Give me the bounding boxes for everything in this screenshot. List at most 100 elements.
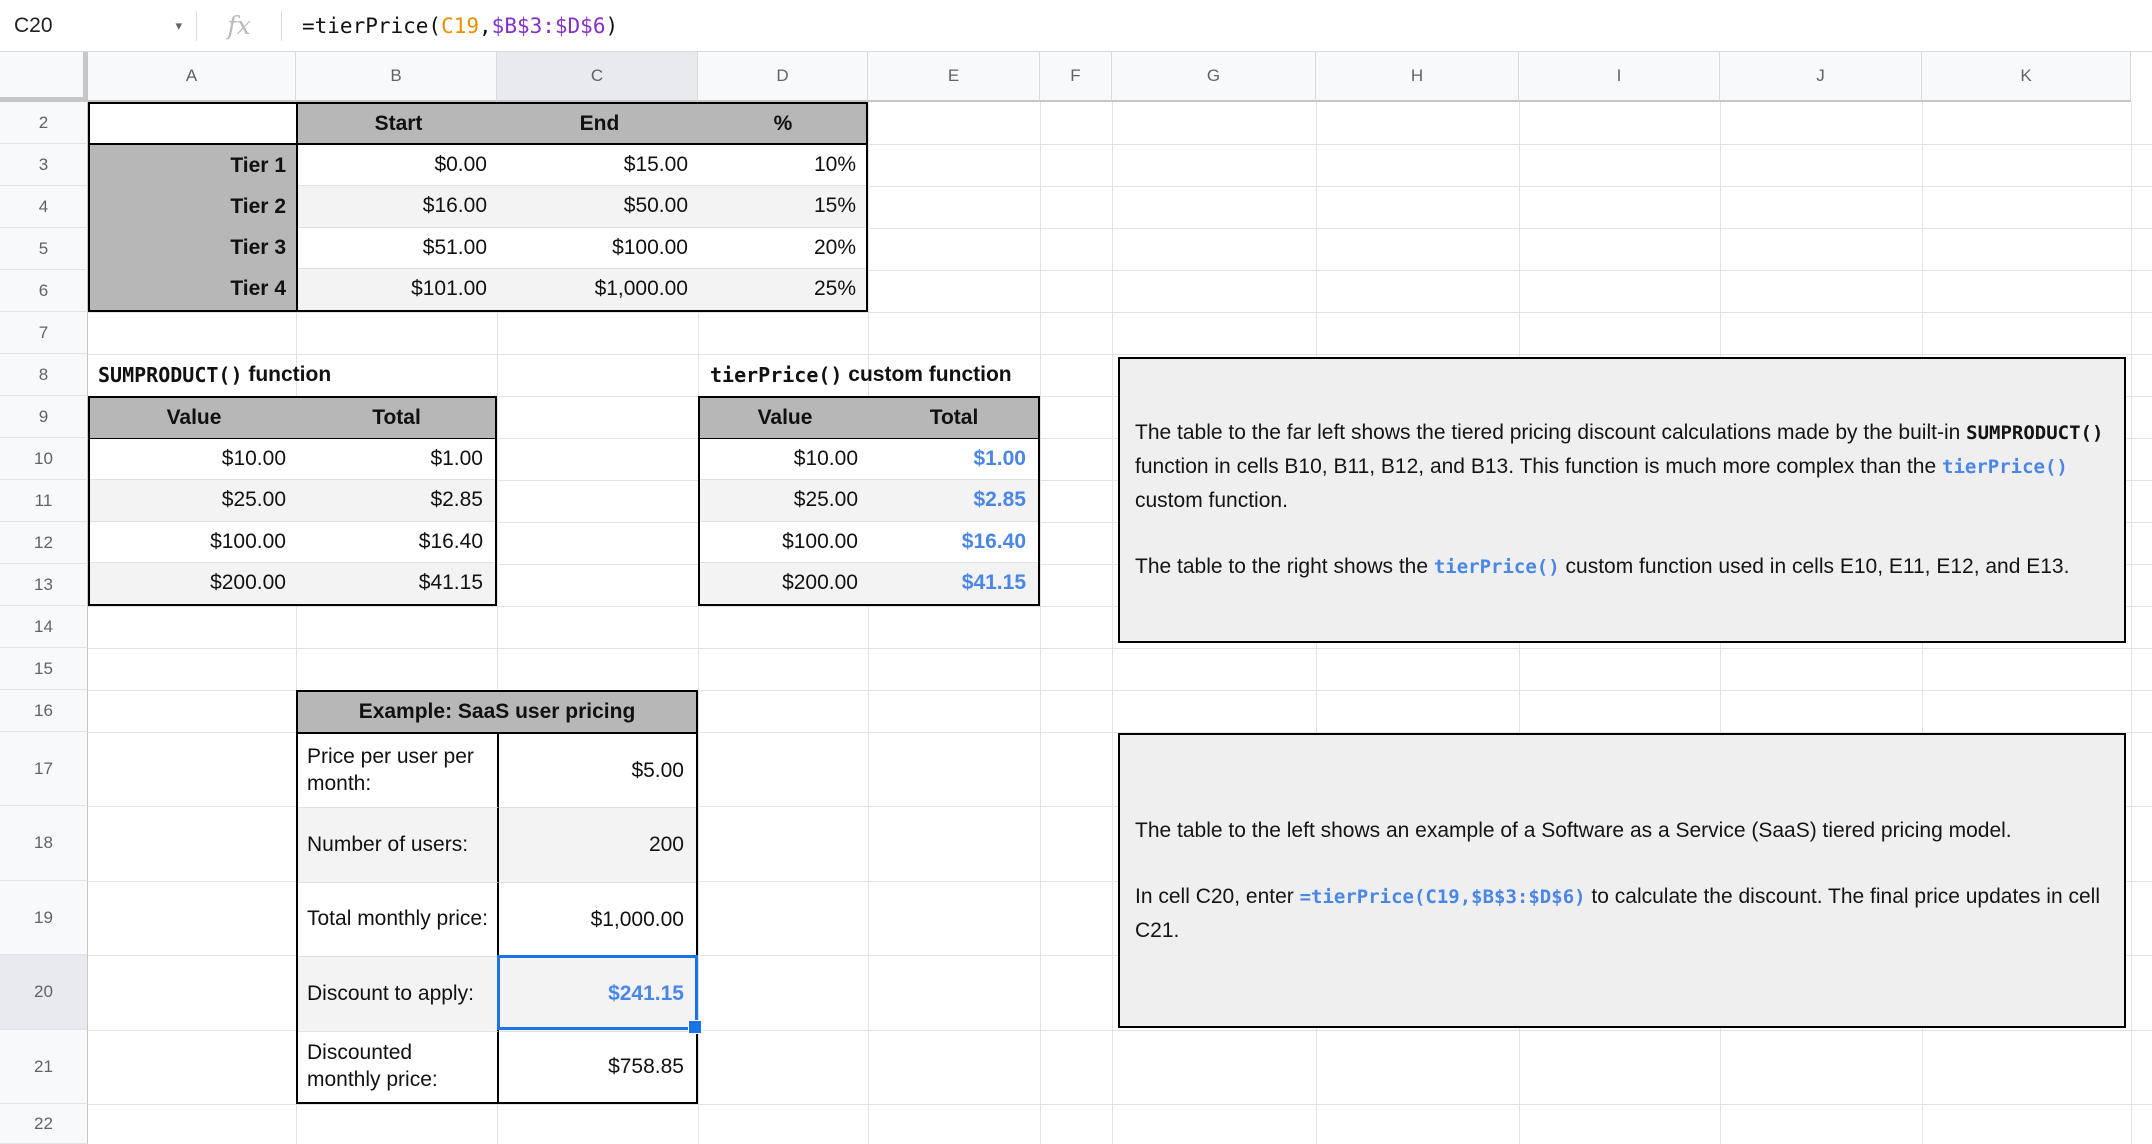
cell-B11[interactable]: $2.85 xyxy=(298,480,495,522)
cell-A2[interactable] xyxy=(90,104,298,146)
cell-B3[interactable]: $0.00 xyxy=(298,145,499,187)
column-header-F[interactable]: F xyxy=(1040,52,1112,102)
cell-D6[interactable]: 25% xyxy=(700,268,866,310)
cell-A11[interactable]: $25.00 xyxy=(90,480,298,522)
row-header-10[interactable]: 10 xyxy=(0,438,88,480)
cell-B21[interactable]: Discounted monthly price: xyxy=(298,1032,499,1102)
cell-A6[interactable]: Tier 4 xyxy=(90,268,298,310)
cell-B19[interactable]: Total monthly price: xyxy=(298,883,499,957)
cell-D9[interactable]: Value xyxy=(700,398,870,440)
cell-B5[interactable]: $51.00 xyxy=(298,227,499,269)
row-header-11[interactable]: 11 xyxy=(0,480,88,522)
cell-B13[interactable]: $41.15 xyxy=(298,562,495,604)
formula-input[interactable]: =tierPrice(C19,$B$3:$D$6) xyxy=(282,14,2152,38)
cell-C4[interactable]: $50.00 xyxy=(499,186,700,228)
gridline xyxy=(1040,102,1041,1144)
row-header-5[interactable]: 5 xyxy=(0,228,88,270)
column-header-G[interactable]: G xyxy=(1112,52,1316,102)
row-header-6[interactable]: 6 xyxy=(0,270,88,312)
cell-B17[interactable]: Price per user per month: xyxy=(298,734,499,808)
row-header-15[interactable]: 15 xyxy=(0,648,88,690)
gridline xyxy=(1112,102,1113,1144)
cell-B6[interactable]: $101.00 xyxy=(298,268,499,310)
sumproduct-table: Value Total $10.00 $1.00 $25.00 $2.85 $1… xyxy=(88,396,497,606)
row-header-13[interactable]: 13 xyxy=(0,564,88,606)
cell-D10[interactable]: $10.00 xyxy=(700,439,870,481)
cell-B12[interactable]: $16.40 xyxy=(298,521,495,563)
cell-D11[interactable]: $25.00 xyxy=(700,480,870,522)
column-header-B[interactable]: B xyxy=(296,52,497,102)
column-header-I[interactable]: I xyxy=(1519,52,1720,102)
name-box-dropdown-icon[interactable]: ▾ xyxy=(175,18,182,34)
row-header-22[interactable]: 22 xyxy=(0,1104,88,1144)
cell-C18[interactable]: 200 xyxy=(499,808,696,883)
cell-B16-title[interactable]: Example: SaaS user pricing xyxy=(298,692,696,734)
gridline xyxy=(88,312,2152,313)
note-box-saas[interactable]: The table to the left shows an example o… xyxy=(1118,733,2126,1028)
column-header-J[interactable]: J xyxy=(1720,52,1922,102)
column-header-C[interactable]: C xyxy=(497,52,698,102)
column-header-K[interactable]: K xyxy=(1922,52,2131,102)
formula-bar: C20 ▾ fx =tierPrice(C19,$B$3:$D$6) xyxy=(0,0,2152,52)
cell-C2[interactable]: End xyxy=(499,104,700,146)
column-header-H[interactable]: H xyxy=(1316,52,1519,102)
cell-A12[interactable]: $100.00 xyxy=(90,521,298,563)
gridline xyxy=(868,102,869,1144)
cell-B9[interactable]: Total xyxy=(298,398,495,440)
cell-A3[interactable]: Tier 1 xyxy=(90,145,298,187)
active-cell-selection[interactable] xyxy=(497,955,702,1034)
cell-A5[interactable]: Tier 3 xyxy=(90,227,298,269)
cell-D3[interactable]: 10% xyxy=(700,145,866,187)
select-all-corner[interactable] xyxy=(0,52,88,102)
row-header-14[interactable]: 14 xyxy=(0,606,88,648)
cell-D5[interactable]: 20% xyxy=(700,227,866,269)
cell-B10[interactable]: $1.00 xyxy=(298,439,495,481)
cell-A13[interactable]: $200.00 xyxy=(90,562,298,604)
row-header-19[interactable]: 19 xyxy=(0,881,88,955)
row-header-9[interactable]: 9 xyxy=(0,396,88,438)
column-header-D[interactable]: D xyxy=(698,52,868,102)
cell-A4[interactable]: Tier 2 xyxy=(90,186,298,228)
tierprice-table: Value Total $10.00 $1.00 $25.00 $2.85 $1… xyxy=(698,396,1040,606)
note-box-functions[interactable]: The table to the far left shows the tier… xyxy=(1118,357,2126,643)
cell-A10[interactable]: $10.00 xyxy=(90,439,298,481)
cell-A9[interactable]: Value xyxy=(90,398,298,440)
cell-E11[interactable]: $2.85 xyxy=(870,480,1038,522)
column-header-E[interactable]: E xyxy=(868,52,1040,102)
cell-B4[interactable]: $16.00 xyxy=(298,186,499,228)
cell-D13[interactable]: $200.00 xyxy=(700,562,870,604)
name-box[interactable]: C20 ▾ xyxy=(0,0,196,51)
row-header-3[interactable]: 3 xyxy=(0,144,88,186)
tierprice-section-label[interactable]: tierPrice() custom function xyxy=(710,354,1012,396)
cell-D12[interactable]: $100.00 xyxy=(700,521,870,563)
cell-E13[interactable]: $41.15 xyxy=(870,562,1038,604)
sumproduct-section-label[interactable]: SUMPRODUCT() function xyxy=(98,354,331,396)
cell-C3[interactable]: $15.00 xyxy=(499,145,700,187)
row-header-4[interactable]: 4 xyxy=(0,186,88,228)
column-header-A[interactable]: A xyxy=(88,52,296,102)
cell-E9[interactable]: Total xyxy=(870,398,1038,440)
cell-B20[interactable]: Discount to apply: xyxy=(298,957,499,1032)
row-header-18[interactable]: 18 xyxy=(0,806,88,881)
cell-B18[interactable]: Number of users: xyxy=(298,808,499,883)
cell-C5[interactable]: $100.00 xyxy=(499,227,700,269)
cell-C19[interactable]: $1,000.00 xyxy=(499,883,696,957)
cell-C21[interactable]: $758.85 xyxy=(499,1032,696,1102)
row-header-12[interactable]: 12 xyxy=(0,522,88,564)
row-header-2[interactable]: 2 xyxy=(0,102,88,144)
cell-D2[interactable]: % xyxy=(700,104,866,146)
row-header-7[interactable]: 7 xyxy=(0,312,88,354)
row-header-16[interactable]: 16 xyxy=(0,690,88,732)
row-header-17[interactable]: 17 xyxy=(0,732,88,806)
cell-E12[interactable]: $16.40 xyxy=(870,521,1038,563)
cell-B2[interactable]: Start xyxy=(298,104,499,146)
fill-handle[interactable] xyxy=(688,1020,702,1034)
cell-C17[interactable]: $5.00 xyxy=(499,734,696,808)
name-box-value: C20 xyxy=(14,13,53,37)
cell-D4[interactable]: 15% xyxy=(700,186,866,228)
cell-C6[interactable]: $1,000.00 xyxy=(499,268,700,310)
row-header-21[interactable]: 21 xyxy=(0,1030,88,1104)
row-header-8[interactable]: 8 xyxy=(0,354,88,396)
row-header-20[interactable]: 20 xyxy=(0,955,88,1030)
cell-E10[interactable]: $1.00 xyxy=(870,439,1038,481)
